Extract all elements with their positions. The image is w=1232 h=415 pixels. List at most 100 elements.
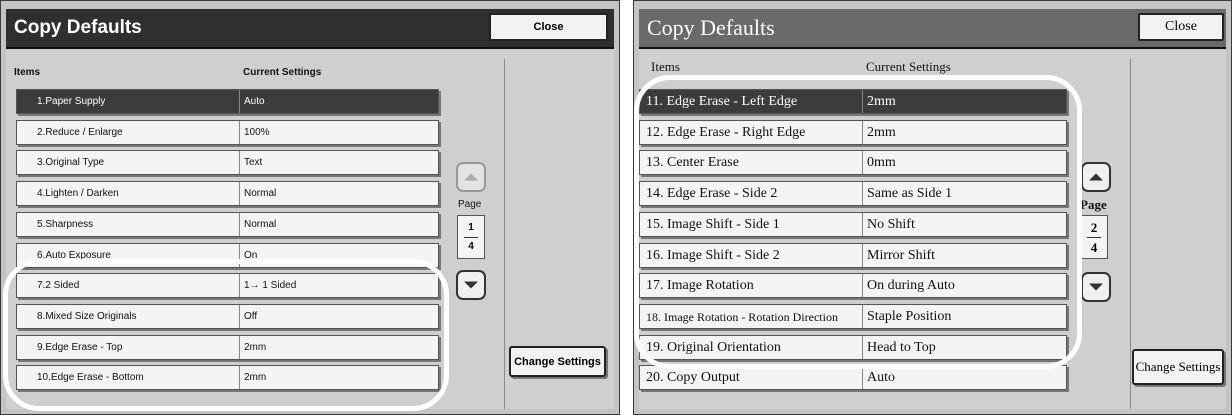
row-separator [862,212,863,236]
setting-row[interactable]: 10.Edge Erase - Bottom 2mm [16,365,439,391]
triangle-up-icon [464,173,478,181]
page-total: 4 [468,241,474,252]
close-button[interactable]: Close [1138,13,1224,41]
page-indicator: 1 4 [457,215,485,259]
setting-value: Head to Top [867,339,936,355]
current-settings-column-header: Current Settings [866,59,951,74]
setting-label: 20. Copy Output [646,370,740,386]
row-separator [862,304,863,328]
setting-value: On [244,249,258,261]
copy-defaults-panel-page-2: Copy Defaults Close Items Current Settin… [633,0,1232,415]
row-separator [239,243,240,267]
row-separator [239,120,240,144]
setting-value: Staple Position [867,308,952,324]
row-separator [239,335,240,359]
divider [504,59,505,409]
setting-row[interactable]: 17. Image Rotation On during Auto [639,273,1067,299]
divider [1130,59,1131,409]
setting-row[interactable]: 12. Edge Erase - Right Edge 2mm [639,119,1067,145]
setting-row[interactable]: 14. Edge Erase - Side 2 Same as Side 1 [639,181,1067,207]
page-current: 1 [468,222,474,233]
items-column-header: Items [14,67,41,78]
row-separator [862,90,863,113]
triangle-down-icon [1089,283,1103,291]
setting-row[interactable]: 5.Sharpness Normal [16,211,439,237]
setting-row[interactable]: 3.Original Type Text [16,150,439,176]
setting-value: No Shift [867,216,915,232]
items-column-header: Items [651,59,680,74]
setting-label: 3.Original Type [37,157,105,169]
setting-row[interactable]: 15. Image Shift - Side 1 No Shift [639,211,1067,237]
panel-title: Copy Defaults [647,15,775,40]
setting-row[interactable]: 13. Center Erase 0mm [639,150,1067,176]
setting-label: 18. Image Rotation - Rotation Direction [646,309,838,324]
setting-row[interactable]: 19. Original Orientation Head to Top [639,334,1067,360]
page-divider [1087,237,1101,238]
setting-label: 14. Edge Erase - Side 2 [646,186,778,202]
setting-label: 4.Lighten / Darken [37,188,119,200]
setting-label: 16. Image Shift - Side 2 [646,247,780,263]
settings-area: Items Current Settings 1.Paper Supply Aut… [6,49,614,409]
page-total: 4 [1090,240,1098,255]
setting-label: 2.Reduce / Enlarge [37,126,123,138]
setting-row[interactable]: 11. Edge Erase - Left Edge 2mm [639,89,1067,114]
row-separator [239,366,240,390]
setting-value: 0mm [867,155,896,171]
scroll-up-button[interactable] [1081,162,1111,192]
setting-label: 9.Edge Erase - Top [37,341,123,353]
setting-value: 2mm [244,372,267,384]
setting-row[interactable]: 4.Lighten / Darken Normal [16,181,439,207]
setting-value: On during Auto [867,278,955,294]
setting-row[interactable]: 18. Image Rotation - Rotation Direction S… [639,303,1067,329]
triangle-down-icon [464,281,478,289]
setting-label: 11. Edge Erase - Left Edge [646,94,798,109]
setting-value: Off [244,310,258,322]
page-label: Page [458,199,482,210]
row-separator [862,274,863,298]
setting-row[interactable]: 9.Edge Erase - Top 2mm [16,334,439,360]
setting-row[interactable]: 20. Copy Output Auto [639,365,1067,391]
copy-defaults-panel-page-1: Copy Defaults Close Items Current Settin… [0,0,620,415]
setting-row[interactable]: 16. Image Shift - Side 2 Mirror Shift [639,242,1067,268]
setting-row[interactable]: 2.Reduce / Enlarge 100% [16,119,439,145]
setting-value: Mirror Shift [867,247,936,263]
page-indicator: 2 4 [1080,215,1108,259]
page-divider [464,237,478,238]
settings-area: Items Current Settings 11. Edge Erase - … [639,49,1226,409]
row-separator [862,182,863,206]
setting-label: 17. Image Rotation [646,278,754,294]
setting-row[interactable]: 7.2 Sided 1→ 1 Sided [16,273,439,299]
setting-label: 5.Sharpness [37,218,94,230]
setting-value: Normal [244,218,277,230]
setting-value: Auto [244,96,265,107]
setting-row[interactable]: 8.Mixed Size Originals Off [16,303,439,329]
triangle-up-icon [1089,173,1103,181]
setting-value: Normal [244,188,277,200]
row-separator [862,335,863,359]
scroll-up-button[interactable] [456,162,486,192]
setting-label: 13. Center Erase [646,155,739,171]
setting-value: 100% [244,126,270,138]
current-settings-column-header: Current Settings [243,67,322,78]
setting-label: 12. Edge Erase - Right Edge [646,124,806,140]
row-separator [862,120,863,144]
close-button[interactable]: Close [489,13,608,41]
scroll-down-button[interactable] [1081,272,1111,302]
row-separator [239,212,240,236]
setting-value: 2mm [867,94,896,109]
setting-row[interactable]: 1.Paper Supply Auto [16,89,439,114]
setting-label: 19. Original Orientation [646,339,781,355]
setting-label: 1.Paper Supply [37,96,106,107]
setting-label: 7.2 Sided [37,280,80,292]
setting-row[interactable]: 6.Auto Exposure On [16,242,439,268]
row-separator [239,274,240,298]
row-separator [862,366,863,390]
setting-value: 2mm [867,124,896,140]
panel-title: Copy Defaults [14,17,142,38]
row-separator [862,243,863,267]
change-settings-button[interactable]: Change Settings [1132,349,1224,385]
scroll-down-button[interactable] [456,270,486,300]
change-settings-button[interactable]: Change Settings [509,346,606,377]
setting-value: 1→ 1 Sided [244,280,297,292]
setting-label: 15. Image Shift - Side 1 [646,216,780,232]
